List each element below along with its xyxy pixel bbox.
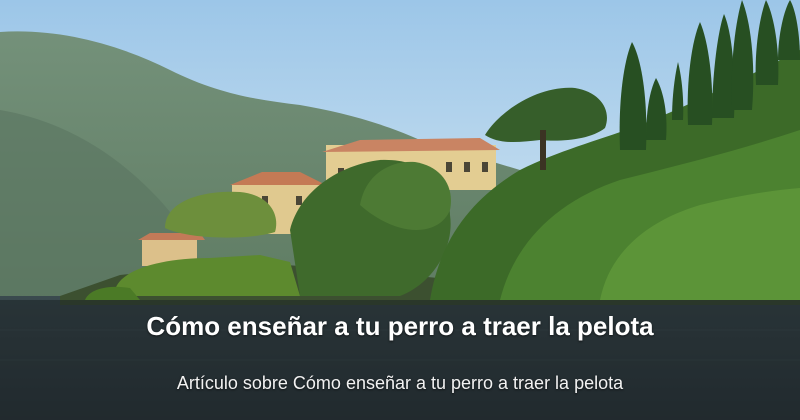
article-banner: Cómo enseñar a tu perro a traer la pelot… xyxy=(0,0,800,420)
article-subtitle: Artículo sobre Cómo enseñar a tu perro a… xyxy=(176,373,624,393)
article-title: Cómo enseñar a tu perro a traer la pelot… xyxy=(146,311,654,341)
